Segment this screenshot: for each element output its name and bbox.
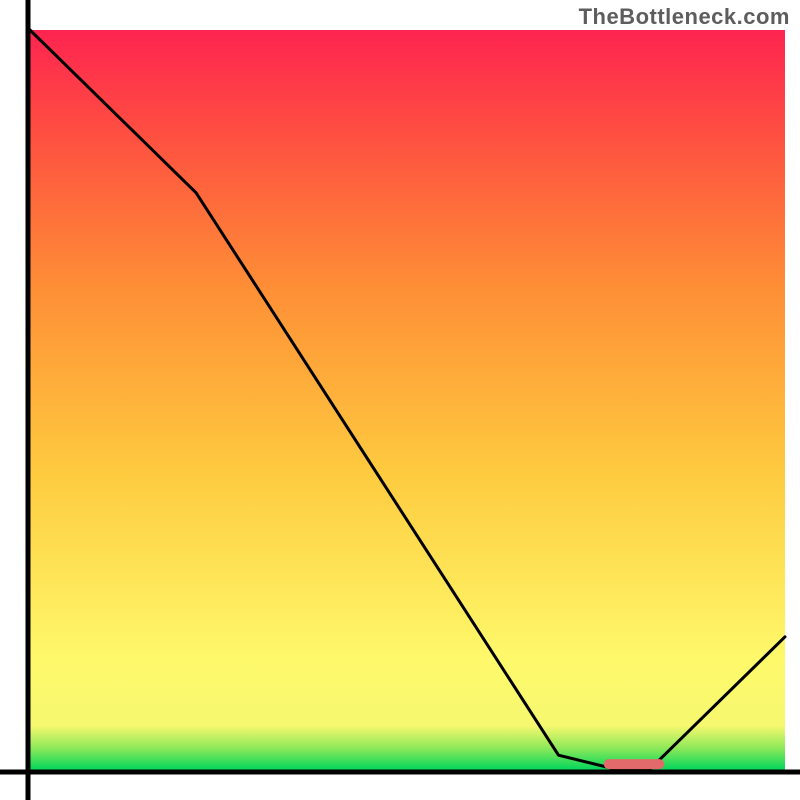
watermark-text: TheBottleneck.com — [579, 4, 790, 30]
chart-frame: TheBottleneck.com — [0, 0, 800, 800]
flat-marker — [604, 759, 664, 769]
bottleneck-chart — [0, 0, 800, 800]
